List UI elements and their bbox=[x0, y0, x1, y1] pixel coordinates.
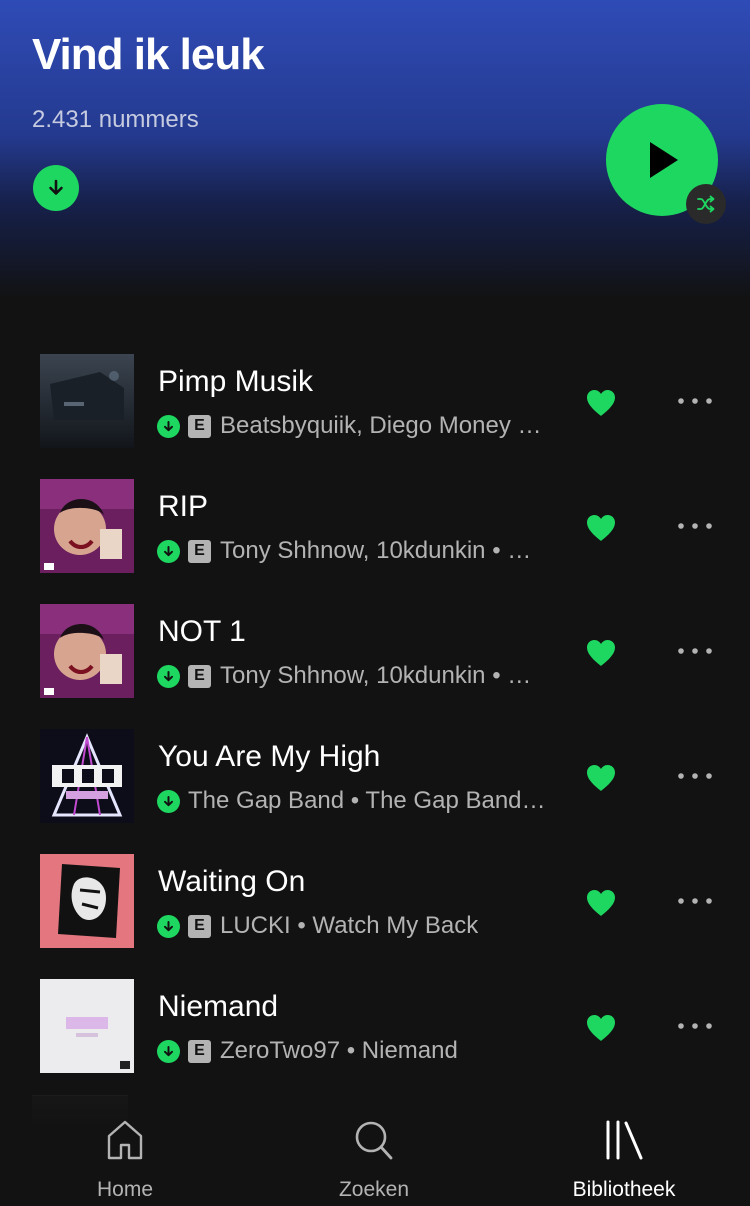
track-row[interactable]: You Are My High The Gap Band • The Gap B… bbox=[0, 728, 750, 853]
track-meta: E LUCKI • Watch My Back bbox=[157, 911, 547, 941]
track-artist-album: Tony Shhnow, 10kdunkin • RIP bbox=[220, 537, 547, 564]
heart-icon[interactable] bbox=[585, 1013, 617, 1043]
album-art bbox=[40, 604, 134, 698]
more-icon[interactable] bbox=[676, 1016, 714, 1036]
track-row[interactable]: Niemand E ZeroTwo97 • Niemand bbox=[0, 978, 750, 1103]
play-icon bbox=[650, 142, 678, 178]
heart-icon[interactable] bbox=[585, 763, 617, 793]
track-title: Niemand bbox=[158, 990, 279, 1023]
nav-search[interactable]: Zoeken bbox=[284, 1096, 464, 1206]
search-icon bbox=[355, 1121, 393, 1160]
heart-icon[interactable] bbox=[585, 888, 617, 918]
nav-library-label: Bibliotheek bbox=[572, 1178, 676, 1201]
more-icon[interactable] bbox=[676, 891, 714, 911]
download-icon bbox=[164, 1045, 173, 1056]
album-art bbox=[40, 979, 134, 1073]
track-row[interactable]: NOT 1 E Tony Shhnow, 10kdunkin • NOT 1 bbox=[0, 603, 750, 728]
album-art bbox=[40, 479, 134, 573]
track-artist-album: ZeroTwo97 • Niemand bbox=[220, 1037, 458, 1064]
heart-icon[interactable] bbox=[585, 513, 617, 543]
track-row[interactable]: RIP E Tony Shhnow, 10kdunkin • RIP bbox=[0, 478, 750, 603]
explicit-badge: E bbox=[188, 1039, 211, 1063]
explicit-badge: E bbox=[188, 414, 211, 438]
track-artist-album: Beatsbyquiik, Diego Money • Pimp Musik bbox=[220, 412, 547, 439]
download-icon bbox=[164, 795, 173, 806]
downloaded-badge bbox=[157, 539, 180, 563]
nav-home[interactable]: Home bbox=[35, 1096, 215, 1206]
track-title: You Are My High bbox=[158, 740, 381, 773]
bottom-nav: Home Zoeken Bibliotheek bbox=[0, 1096, 750, 1206]
more-icon[interactable] bbox=[676, 641, 714, 661]
download-toggle[interactable] bbox=[33, 165, 79, 211]
explicit-badge: E bbox=[188, 539, 211, 563]
track-row[interactable]: Pimp Musik E Beatsbyquiik, Diego Money •… bbox=[0, 353, 750, 478]
album-art bbox=[40, 854, 134, 948]
more-icon[interactable] bbox=[676, 516, 714, 536]
track-meta: The Gap Band • The Gap Band III bbox=[157, 786, 547, 816]
track-title: Waiting On bbox=[158, 865, 306, 898]
more-icon[interactable] bbox=[676, 766, 714, 786]
downloaded-badge bbox=[157, 789, 180, 813]
shuffle-button[interactable] bbox=[686, 184, 726, 224]
downloaded-badge bbox=[157, 1039, 180, 1063]
track-meta: E Tony Shhnow, 10kdunkin • NOT 1 bbox=[157, 661, 547, 691]
track-row[interactable]: Waiting On E LUCKI • Watch My Back bbox=[0, 853, 750, 978]
page-title: Vind ik leuk bbox=[32, 30, 265, 79]
library-icon bbox=[606, 1120, 643, 1160]
nav-search-label: Zoeken bbox=[338, 1178, 410, 1201]
downloaded-badge bbox=[157, 414, 180, 438]
track-artist-album: LUCKI • Watch My Back bbox=[220, 912, 479, 939]
nav-home-label: Home bbox=[96, 1178, 154, 1201]
download-icon bbox=[49, 179, 63, 195]
album-art bbox=[40, 729, 134, 823]
more-icon[interactable] bbox=[676, 391, 714, 411]
track-meta: E Tony Shhnow, 10kdunkin • RIP bbox=[157, 536, 547, 566]
download-icon bbox=[164, 670, 173, 681]
nav-library[interactable]: Bibliotheek bbox=[534, 1096, 714, 1206]
album-art bbox=[40, 354, 134, 448]
explicit-badge: E bbox=[188, 664, 211, 688]
track-title: Pimp Musik bbox=[158, 365, 314, 398]
heart-icon[interactable] bbox=[585, 638, 617, 668]
download-icon bbox=[164, 420, 173, 431]
download-icon bbox=[164, 545, 173, 556]
track-count: 2.431 nummers bbox=[32, 106, 199, 133]
track-title: RIP bbox=[158, 490, 209, 523]
track-meta: E Beatsbyquiik, Diego Money • Pimp Musik bbox=[157, 411, 547, 441]
shuffle-icon bbox=[697, 195, 715, 213]
heart-icon[interactable] bbox=[585, 388, 617, 418]
track-artist-album: Tony Shhnow, 10kdunkin • NOT 1 bbox=[220, 662, 547, 689]
explicit-badge: E bbox=[188, 914, 211, 938]
home-icon bbox=[107, 1120, 143, 1160]
track-title: NOT 1 bbox=[158, 615, 246, 648]
download-icon bbox=[164, 920, 173, 931]
track-artist-album: The Gap Band • The Gap Band III bbox=[188, 787, 547, 814]
downloaded-badge bbox=[157, 914, 180, 938]
track-meta: E ZeroTwo97 • Niemand bbox=[157, 1036, 547, 1066]
downloaded-badge bbox=[157, 664, 180, 688]
playlist-header: Vind ik leuk 2.431 nummers bbox=[0, 0, 750, 300]
track-list: Pimp Musik E Beatsbyquiik, Diego Money •… bbox=[0, 353, 750, 1103]
